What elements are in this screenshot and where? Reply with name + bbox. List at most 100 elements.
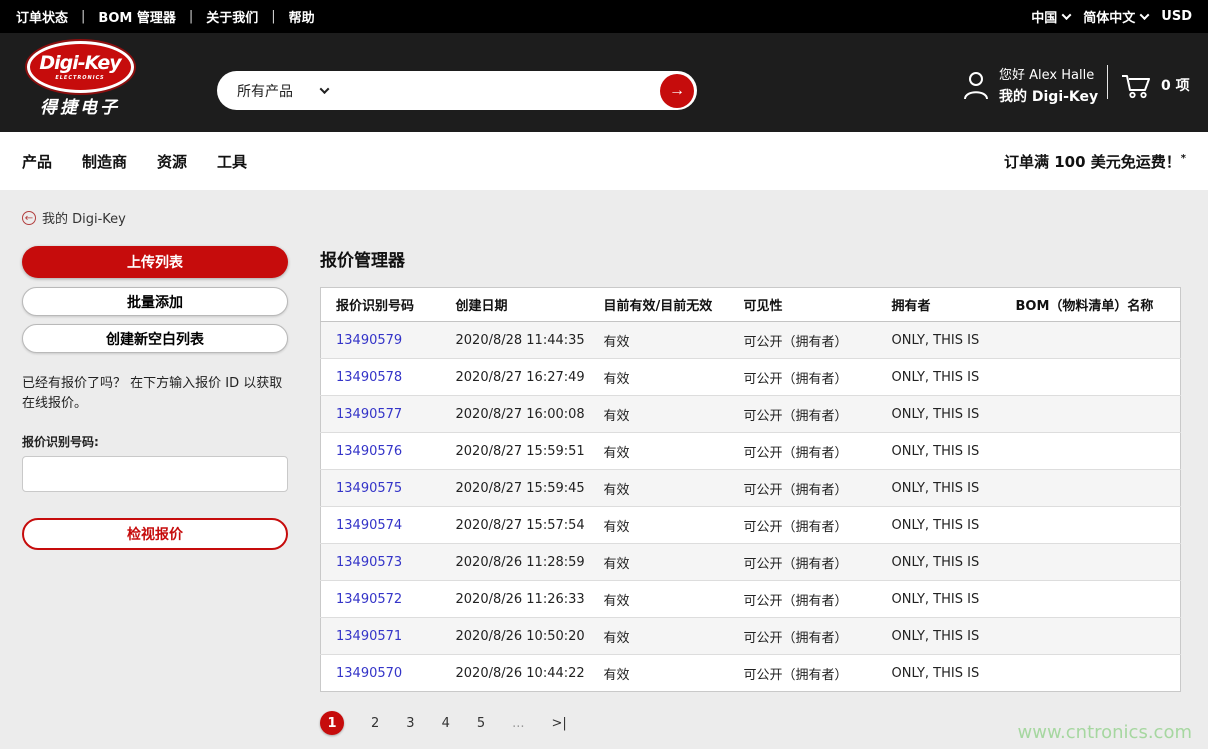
topbar-links: 订单状态 | BOM 管理器 | 关于我们 | 帮助	[16, 7, 315, 26]
table-row: 13490576 2020/8/27 15:59:51有效可公开（拥有者）ONLY…	[321, 433, 1181, 470]
upload-list-button[interactable]: 上传列表	[22, 246, 288, 278]
pagination-last-page-button[interactable]: >|	[552, 716, 567, 731]
region-label: 中国	[1031, 7, 1057, 26]
topbar-separator: |	[189, 9, 193, 24]
topbar-link-bom-manager[interactable]: BOM 管理器	[98, 7, 175, 26]
promo-asterisk: *	[1181, 153, 1186, 164]
currency-selector[interactable]: USD	[1161, 9, 1192, 24]
greeting-text: 您好 Alex Halle	[999, 68, 1094, 83]
account-menu[interactable]: 您好 Alex Halle 我的 Digi-Key	[963, 63, 1098, 106]
quote-id-link[interactable]: 13490573	[336, 555, 402, 570]
nav-item-manufacturers[interactable]: 制造商	[82, 151, 127, 172]
quote-id-link[interactable]: 13490579	[336, 333, 402, 348]
col-header-created-date: 创建日期	[441, 288, 589, 322]
topbar-link-about-us[interactable]: 关于我们	[206, 7, 258, 26]
pagination-current-page[interactable]: 1	[320, 711, 344, 735]
quote-id-label: 报价识别号码:	[22, 433, 288, 450]
person-icon	[963, 70, 989, 100]
status-cell: 有效	[589, 322, 729, 359]
view-quote-button[interactable]: 检视报价	[22, 518, 288, 550]
col-header-bom-name: BOM（物料清单）名称	[1001, 288, 1181, 322]
digikey-logo-oval: Digi-Key ELECTRONICS	[27, 41, 134, 93]
quote-id-cell: 13490579	[321, 322, 441, 359]
bom-name-cell	[1001, 322, 1181, 359]
quote-id-link[interactable]: 13490576	[336, 444, 402, 459]
logo-chinese-name: 得捷电子	[40, 98, 120, 118]
breadcrumb[interactable]: ← 我的 Digi-Key	[22, 208, 126, 227]
pagination-page-2[interactable]: 2	[371, 716, 379, 731]
created-date-cell: 2020/8/27 15:57:54	[441, 507, 589, 544]
search-category-dropdown[interactable]: 所有产品	[217, 81, 352, 101]
watermark: www.cntronics.com	[1018, 722, 1192, 743]
nav-item-resources[interactable]: 资源	[157, 151, 187, 172]
pagination-page-4[interactable]: 4	[442, 716, 450, 731]
visibility-cell: 可公开（拥有者）	[729, 433, 877, 470]
create-blank-list-button[interactable]: 创建新空白列表	[22, 324, 288, 353]
bulk-add-button[interactable]: 批量添加	[22, 287, 288, 316]
account-text: 您好 Alex Halle 我的 Digi-Key	[999, 63, 1098, 106]
quote-id-link[interactable]: 13490577	[336, 407, 402, 422]
table-row: 134905722020/8/26 11:26:33有效可公开（拥有者）ONLY…	[321, 581, 1181, 618]
visibility-cell: 可公开（拥有者）	[729, 322, 877, 359]
bom-name-cell	[1001, 433, 1181, 470]
cart-button[interactable]: 0 项	[1120, 71, 1190, 99]
quote-id-cell: 13490577	[321, 396, 441, 433]
region-selector[interactable]: 中国	[1031, 7, 1070, 26]
language-label: 简体中文	[1083, 7, 1135, 26]
topbar-link-order-status[interactable]: 订单状态	[16, 7, 68, 26]
visibility-cell: 可公开（拥有者）	[729, 507, 877, 544]
digikey-logo[interactable]: Digi-Key ELECTRONICS 得捷电子	[20, 41, 140, 118]
quote-id-link[interactable]: 13490574	[336, 518, 402, 533]
col-header-quote-id: 报价识别号码	[321, 288, 441, 322]
col-header-status: 目前有效/目前无效	[589, 288, 729, 322]
quote-id-link[interactable]: 13490578	[336, 370, 402, 385]
quote-id-link[interactable]: 13490575	[336, 481, 402, 496]
logo-electronics-label: ELECTRONICS	[55, 75, 104, 81]
owner-cell: ONLY, THIS IS	[877, 433, 1001, 470]
owner-cell: ONLY, THIS IS	[877, 507, 1001, 544]
table-row: 134905742020/8/27 15:57:54有效可公开（拥有者）ONLY…	[321, 507, 1181, 544]
quote-id-link[interactable]: 13490572	[336, 592, 402, 607]
chevron-down-icon	[320, 84, 330, 94]
site-header: Digi-Key ELECTRONICS 得捷电子 所有产品 → 您好 Alex…	[0, 33, 1208, 132]
language-selector[interactable]: 简体中文	[1083, 7, 1148, 26]
table-row: 134905712020/8/26 10:50:20有效可公开（拥有者）ONLY…	[321, 618, 1181, 655]
owner-cell: ONLY, THIS IS	[877, 396, 1001, 433]
table-row: 134905782020/8/27 16:27:49有效可公开（拥有者）ONLY…	[321, 359, 1181, 396]
bom-name-cell	[1001, 544, 1181, 581]
chevron-down-icon	[1140, 10, 1150, 20]
bom-name-cell	[1001, 396, 1181, 433]
quote-table: 报价识别号码 创建日期 目前有效/目前无效 可见性 拥有者 BOM（物料清单）名…	[320, 287, 1181, 692]
pagination-page-5[interactable]: 5	[477, 716, 485, 731]
pagination-ellipsis: ...	[512, 716, 524, 731]
search-submit-button[interactable]: →	[660, 74, 694, 108]
owner-cell: ONLY, THIS IS	[877, 581, 1001, 618]
col-header-owner: 拥有者	[877, 288, 1001, 322]
nav-item-tools[interactable]: 工具	[217, 151, 247, 172]
search-input[interactable]	[352, 71, 660, 110]
bom-name-cell	[1001, 359, 1181, 396]
topbar-link-help[interactable]: 帮助	[289, 7, 315, 26]
quote-id-link[interactable]: 13490570	[336, 666, 402, 681]
quote-table-body: 134905792020/8/28 11:44:35有效可公开（拥有者）ONLY…	[321, 322, 1181, 692]
status-cell: 有效	[589, 396, 729, 433]
logo-wordmark: Digi-Key	[39, 54, 120, 73]
bom-name-cell	[1001, 618, 1181, 655]
nav-item-products[interactable]: 产品	[22, 151, 52, 172]
created-date-cell: 2020/8/27 16:00:08	[441, 396, 589, 433]
pagination-page-3[interactable]: 3	[406, 716, 414, 731]
quote-id-link[interactable]: 13490571	[336, 629, 402, 644]
page-title: 报价管理器	[320, 246, 1181, 271]
search-category-label: 所有产品	[237, 81, 293, 101]
status-cell: 有效	[589, 618, 729, 655]
bom-name-cell	[1001, 507, 1181, 544]
owner-cell: ONLY, THIS IS	[877, 322, 1001, 359]
created-date-cell: 2020/8/26 10:44:22	[441, 655, 589, 692]
bom-name-cell	[1001, 655, 1181, 692]
table-row: 134905772020/8/27 16:00:08有效可公开（拥有者）ONLY…	[321, 396, 1181, 433]
quote-id-input[interactable]	[22, 456, 288, 492]
bom-name-cell	[1001, 581, 1181, 618]
status-cell: 有效	[589, 433, 729, 470]
created-date-cell: 2020/8/27 15:59:51	[441, 433, 589, 470]
created-date-cell: 2020/8/27 15:59:45	[441, 470, 589, 507]
